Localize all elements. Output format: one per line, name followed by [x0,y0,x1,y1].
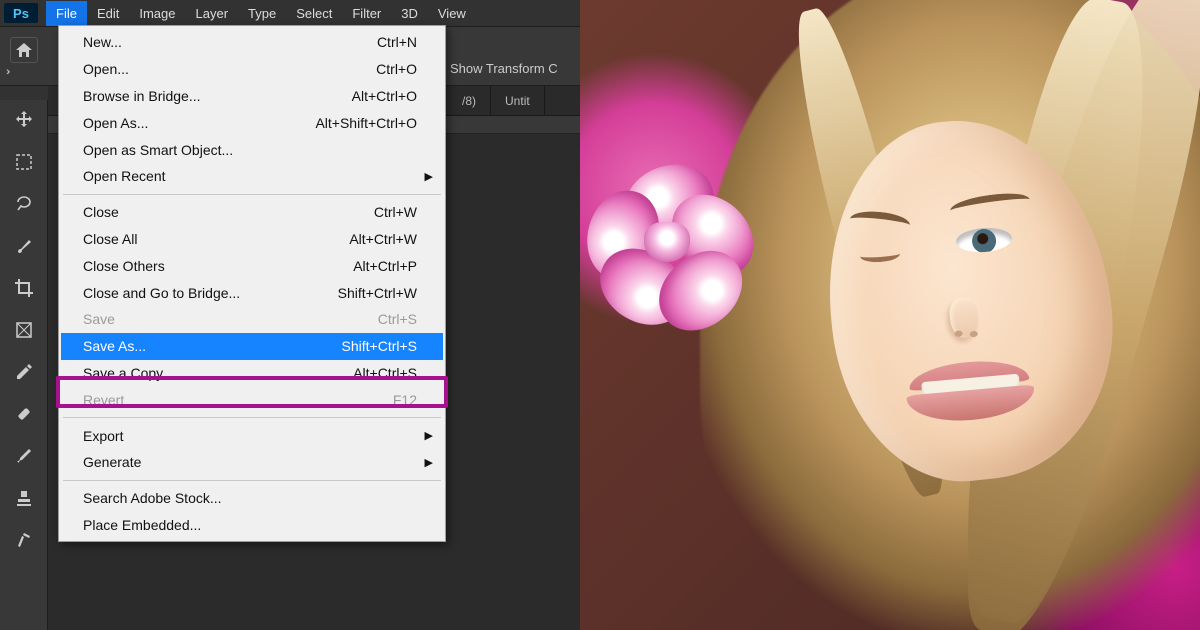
menu-item-save: SaveCtrl+S [61,306,443,333]
menu-separator [63,417,441,418]
submenu-arrow-icon: ▶ [425,456,433,469]
menu-item-revert: RevertF12 [61,386,443,413]
tool-paint[interactable] [9,442,39,470]
tool-eyedropper[interactable] [9,358,39,386]
home-icon [16,43,32,57]
document-tab-active[interactable]: /8) [448,86,491,116]
menu-item-open-smart-object[interactable]: Open as Smart Object... [61,136,443,163]
tool-history[interactable] [9,526,39,554]
menubar: Ps File Edit Image Layer Type Select Fil… [0,0,580,26]
menu-item-export[interactable]: Export▶ [61,422,443,449]
menu-item-save-copy[interactable]: Save a Copy...Alt+Ctrl+S [61,360,443,387]
tool-stamp[interactable] [9,484,39,512]
tool-crop[interactable] [9,274,39,302]
tool-lasso[interactable] [9,190,39,218]
tool-brush[interactable] [9,232,39,260]
menu-item-search-stock[interactable]: Search Adobe Stock... [61,485,443,512]
menu-view[interactable]: View [428,1,476,26]
menu-separator [63,194,441,195]
menu-item-place-embedded[interactable]: Place Embedded... [61,512,443,539]
photoshop-ui: Ps File Edit Image Layer Type Select Fil… [0,0,580,630]
photo-flower [584,160,754,330]
menu-3d[interactable]: 3D [391,1,428,26]
menu-item-save-as[interactable]: Save As...Shift+Ctrl+S [61,333,443,360]
panel-collapse-icon[interactable]: ›› [6,66,7,78]
result-photo [580,0,1200,630]
menu-file[interactable]: File [46,1,87,26]
app-logo: Ps [4,3,38,23]
submenu-arrow-icon: ▶ [425,429,433,442]
tools-panel [0,100,48,630]
menu-item-open[interactable]: Open...Ctrl+O [61,56,443,83]
tool-move[interactable] [9,106,39,134]
tool-frame[interactable] [9,316,39,344]
submenu-arrow-icon: ▶ [425,170,433,183]
menu-item-close[interactable]: CloseCtrl+W [61,199,443,226]
menu-filter[interactable]: Filter [342,1,391,26]
menu-type[interactable]: Type [238,1,286,26]
tool-healing[interactable] [9,400,39,428]
menu-separator [63,480,441,481]
menu-item-close-bridge[interactable]: Close and Go to Bridge...Shift+Ctrl+W [61,279,443,306]
menu-item-open-as[interactable]: Open As...Alt+Shift+Ctrl+O [61,109,443,136]
menu-item-open-recent[interactable]: Open Recent▶ [61,163,443,190]
tool-marquee[interactable] [9,148,39,176]
menu-image[interactable]: Image [129,1,185,26]
menu-edit[interactable]: Edit [87,1,129,26]
menu-item-generate[interactable]: Generate▶ [61,449,443,476]
file-menu-dropdown: New...Ctrl+N Open...Ctrl+O Browse in Bri… [58,25,446,542]
menu-select[interactable]: Select [286,1,342,26]
document-tab[interactable]: Untit [491,86,545,116]
menu-item-close-others[interactable]: Close OthersAlt+Ctrl+P [61,252,443,279]
menu-layer[interactable]: Layer [186,1,239,26]
menu-item-close-all[interactable]: Close AllAlt+Ctrl+W [61,226,443,253]
menu-item-new[interactable]: New...Ctrl+N [61,29,443,56]
show-transform-label: Show Transform C [450,61,558,76]
menu-item-browse-bridge[interactable]: Browse in Bridge...Alt+Ctrl+O [61,83,443,110]
home-button[interactable] [10,37,38,63]
